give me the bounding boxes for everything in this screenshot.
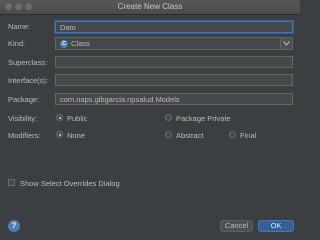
- title-bar[interactable]: Create New Class: [0, 0, 300, 15]
- help-icon[interactable]: ?: [8, 220, 20, 232]
- visibility-public-radio[interactable]: [56, 114, 63, 121]
- modifier-none-label[interactable]: None: [67, 131, 85, 140]
- cancel-button[interactable]: Cancel: [220, 220, 253, 232]
- show-overrides-label[interactable]: Show Select Overrides Dialog: [20, 179, 120, 188]
- modifier-abstract-radio[interactable]: [165, 131, 172, 138]
- show-overrides-checkbox[interactable]: [8, 179, 15, 186]
- package-label: Package:: [8, 95, 40, 104]
- package-field[interactable]: com.naps.gibgarcia.npsalud.Models: [55, 93, 293, 105]
- visibility-package-private-radio[interactable]: [165, 114, 172, 121]
- kind-dropdown[interactable]: C Class: [55, 37, 293, 50]
- visibility-label: Visibility:: [8, 114, 38, 123]
- modifier-final-radio[interactable]: [229, 131, 236, 138]
- dialog-title: Create New Class: [117, 2, 183, 11]
- class-kind-icon: C: [60, 40, 68, 48]
- kind-label: Kind:: [8, 39, 26, 48]
- modifier-none-radio[interactable]: [56, 131, 63, 138]
- interfaces-label: Interface(s):: [8, 76, 49, 85]
- chevron-down-icon[interactable]: [280, 38, 292, 49]
- modifiers-label: Modifiers:: [8, 131, 41, 140]
- interfaces-field[interactable]: [55, 74, 293, 86]
- name-field[interactable]: Dato: [55, 21, 293, 33]
- superclass-field[interactable]: [55, 56, 293, 68]
- superclass-label: Superclass:: [8, 58, 48, 67]
- ok-button[interactable]: OK: [258, 220, 294, 232]
- kind-selected-value: Class: [71, 39, 90, 48]
- modifier-final-label[interactable]: Final: [240, 131, 256, 140]
- name-label: Name:: [8, 22, 31, 31]
- create-new-class-dialog: Create New Class Name: Dato Kind: C Clas…: [0, 0, 300, 239]
- modifier-abstract-label[interactable]: Abstract: [176, 131, 204, 140]
- visibility-public-label[interactable]: Public: [67, 114, 87, 123]
- visibility-package-private-label[interactable]: Package Private: [176, 114, 231, 123]
